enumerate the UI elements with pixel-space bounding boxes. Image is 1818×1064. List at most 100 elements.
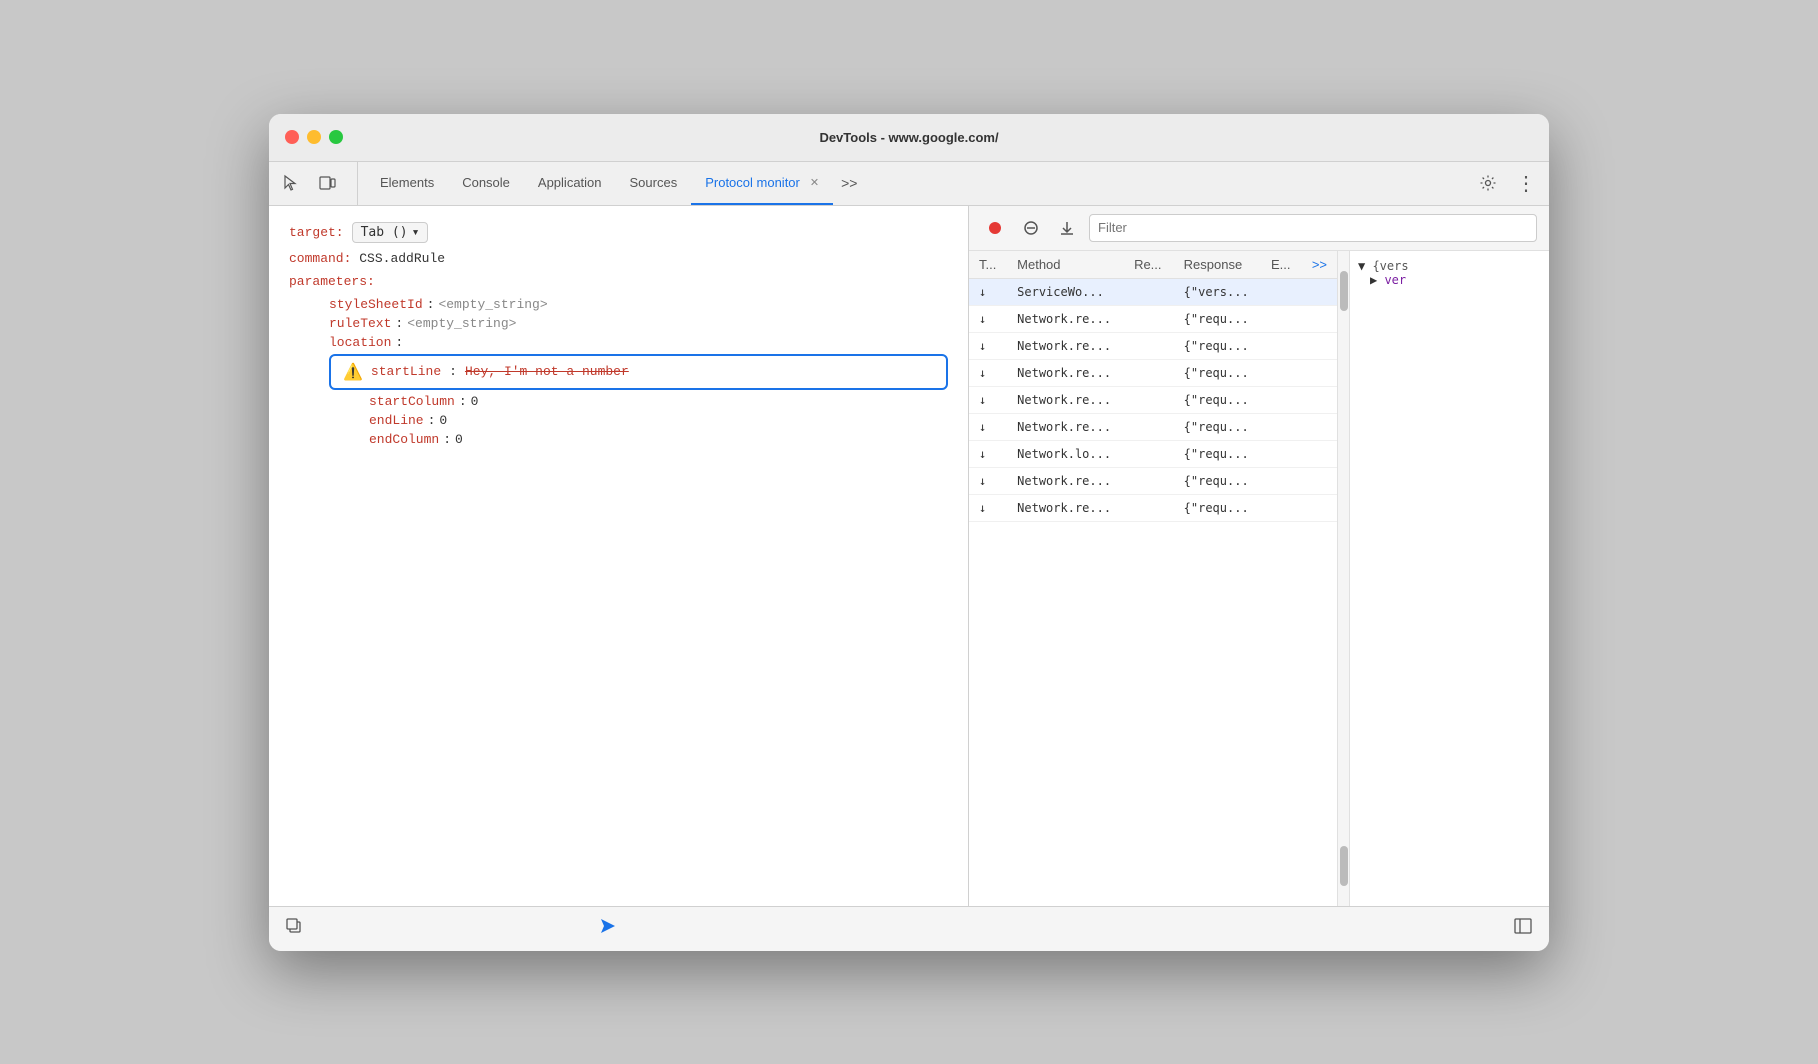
pm-toolbar (969, 206, 1549, 251)
traffic-lights (285, 130, 343, 144)
table-row[interactable]: ↓ Network.re... {"requ... (969, 494, 1337, 521)
cell-re (1124, 440, 1174, 467)
command-row: command: CSS.addRule (289, 251, 948, 266)
content-area: target: Tab () ▾ command: CSS.addRule pa… (269, 206, 1549, 906)
cell-response: {"requ... (1174, 413, 1261, 440)
cell-method: Network.re... (1007, 494, 1124, 521)
more-options-button[interactable]: ⋮ (1511, 168, 1541, 198)
cell-response: {"requ... (1174, 494, 1261, 521)
panel-toggle-button[interactable] (1513, 916, 1533, 941)
table-row[interactable]: ↓ ServiceWo... {"vers... (969, 278, 1337, 305)
cell-response: {"requ... (1174, 386, 1261, 413)
cell-e (1261, 278, 1302, 305)
device-icon (318, 174, 336, 192)
tab-application[interactable]: Application (524, 162, 616, 205)
preview-line1: ▼ {vers (1358, 259, 1541, 273)
close-button[interactable] (285, 130, 299, 144)
table-row[interactable]: ↓ Network.lo... {"requ... (969, 440, 1337, 467)
maximize-button[interactable] (329, 130, 343, 144)
cell-re (1124, 467, 1174, 494)
table-row[interactable]: ↓ Network.re... {"requ... (969, 386, 1337, 413)
command-label: command: (289, 251, 351, 266)
warning-startline-box: ⚠️ startLine : ▼ {vers Hey, I'm not a nu… (329, 354, 948, 390)
right-preview: ▼ {vers ▶ ver (1349, 251, 1549, 906)
col-header-method: Method (1007, 251, 1124, 279)
table-row[interactable]: ↓ Network.re... {"requ... (969, 359, 1337, 386)
cell-response: {"requ... (1174, 440, 1261, 467)
table-row[interactable]: ↓ Network.re... {"requ... (969, 413, 1337, 440)
col-header-re: Re... (1124, 251, 1174, 279)
settings-button[interactable] (1473, 168, 1503, 198)
target-label: target: (289, 225, 344, 240)
cell-more (1302, 278, 1337, 305)
tab-sources[interactable]: Sources (616, 162, 692, 205)
cell-more (1302, 359, 1337, 386)
cell-re (1124, 305, 1174, 332)
cell-e (1261, 359, 1302, 386)
panel-toggle-icon (1513, 916, 1533, 936)
cell-e (1261, 494, 1302, 521)
cell-re (1124, 413, 1174, 440)
scrollbar-thumb-bottom (1340, 846, 1348, 886)
tab-close-icon[interactable]: ✕ (810, 176, 819, 189)
cell-t: ↓ (969, 386, 1007, 413)
send-button[interactable] (597, 915, 619, 943)
tab-bar-icons (277, 162, 358, 205)
more-tabs-button[interactable]: >> (833, 162, 865, 205)
save-icon (1059, 220, 1075, 236)
target-dropdown[interactable]: Tab () ▾ (352, 222, 429, 243)
table-row[interactable]: ↓ Network.re... {"requ... (969, 332, 1337, 359)
scrollbar[interactable] (1337, 251, 1349, 906)
device-icon-btn[interactable] (313, 169, 341, 197)
warning-icon: ⚠️ (343, 362, 363, 382)
cell-response: {"requ... (1174, 305, 1261, 332)
clear-button[interactable] (1017, 214, 1045, 242)
cell-re (1124, 386, 1174, 413)
cell-method: Network.re... (1007, 467, 1124, 494)
cursor-icon-btn[interactable] (277, 169, 305, 197)
save-button[interactable] (1053, 214, 1081, 242)
cell-re (1124, 359, 1174, 386)
cell-re (1124, 332, 1174, 359)
send-icon (597, 915, 619, 937)
clear-icon (1023, 220, 1039, 236)
cell-method: Network.re... (1007, 413, 1124, 440)
param-end-column: endColumn : 0 (369, 432, 948, 447)
startline-key: startLine (371, 364, 441, 379)
tab-bar: Elements Console Application Sources Pro… (269, 162, 1549, 206)
cell-response: {"requ... (1174, 332, 1261, 359)
cell-t: ↓ (969, 332, 1007, 359)
param-stylesheet-id: styleSheetId : <empty_string> (329, 297, 948, 312)
col-header-more[interactable]: >> (1302, 251, 1337, 279)
param-start-column: startColumn : 0 (369, 394, 948, 409)
command-value: CSS.addRule (359, 251, 445, 266)
minimize-button[interactable] (307, 130, 321, 144)
record-button[interactable] (981, 214, 1009, 242)
cell-e (1261, 440, 1302, 467)
cell-t: ↓ (969, 305, 1007, 332)
tab-bar-right: ⋮ (1473, 162, 1541, 205)
cell-t: ↓ (969, 440, 1007, 467)
table-row[interactable]: ↓ Network.re... {"requ... (969, 467, 1337, 494)
table-row[interactable]: ↓ Network.re... {"requ... (969, 305, 1337, 332)
cell-response: {"requ... (1174, 467, 1261, 494)
cell-re (1124, 494, 1174, 521)
tab-console[interactable]: Console (448, 162, 524, 205)
cell-t: ↓ (969, 467, 1007, 494)
col-header-e: E... (1261, 251, 1302, 279)
parameters-label: parameters: (289, 274, 375, 289)
right-panel: T... Method Re... Response E... >> ↓ Ser… (969, 206, 1549, 906)
filter-input[interactable] (1089, 214, 1537, 242)
cell-more (1302, 332, 1337, 359)
preview-line2: ▶ ver (1358, 273, 1541, 287)
tab-elements[interactable]: Elements (366, 162, 448, 205)
cell-response: {"vers... (1174, 278, 1261, 305)
col-header-response: Response (1174, 251, 1261, 279)
parameters-section: parameters: (289, 274, 948, 289)
cell-t: ↓ (969, 359, 1007, 386)
cell-more (1302, 386, 1337, 413)
cursor-icon (282, 174, 300, 192)
copy-icon-btn[interactable] (285, 917, 303, 940)
tab-protocol-monitor[interactable]: Protocol monitor ✕ (691, 162, 833, 205)
cell-t: ↓ (969, 413, 1007, 440)
